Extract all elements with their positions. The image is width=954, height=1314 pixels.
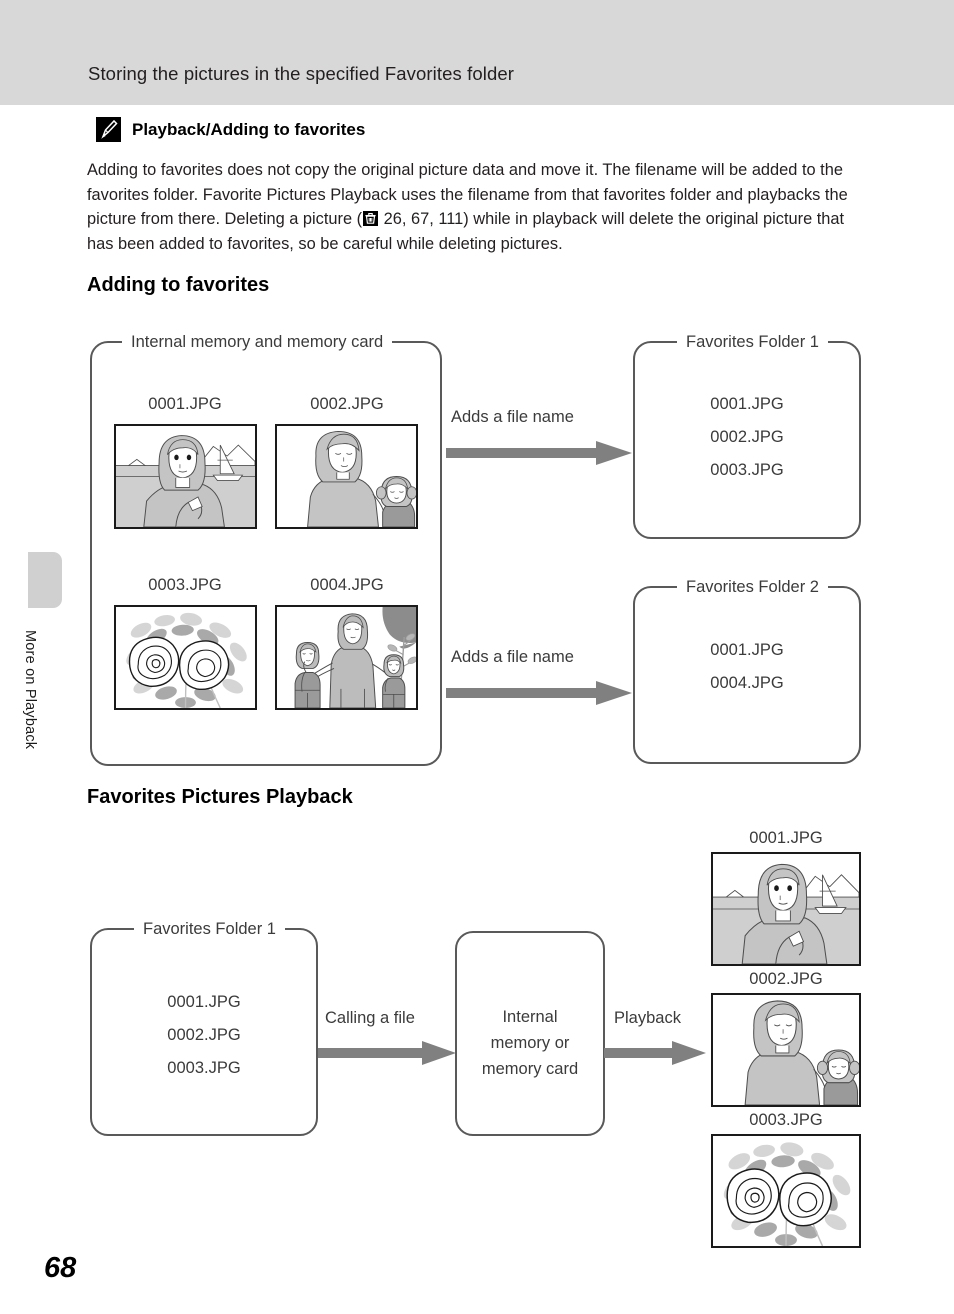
arrow-adds-file-name-2 [446, 680, 632, 706]
file-item: 0002.JPG [710, 428, 784, 446]
playback-favorites-folder-1-box: Favorites Folder 1 0001.JPG 0002.JPG 000… [90, 919, 318, 1136]
arrow-playback [604, 1040, 706, 1066]
playback-favorites-folder-1-filelist: 0001.JPG 0002.JPG 0003.JPG [92, 986, 316, 1085]
chapter-tab-label: More on Playback [22, 630, 38, 750]
favorites-folder-1-box: Favorites Folder 1 0001.JPG 0002.JPG 000… [633, 332, 861, 539]
thumb-0003-jpg [114, 605, 257, 710]
section-heading-adding: Adding to favorites [87, 274, 270, 296]
playback-favorites-folder-1-legend: Favorites Folder 1 [134, 919, 285, 939]
file-item: 0002.JPG [167, 1026, 241, 1044]
delete-trash-icon [363, 211, 379, 227]
file-item: 0004.JPG [710, 674, 784, 692]
thumb-caption-0002: 0002.JPG [310, 395, 384, 413]
favorites-folder-1-legend: Favorites Folder 1 [677, 332, 828, 352]
page-header-band [0, 0, 954, 105]
playback-thumb-caption-0003: 0003.JPG [749, 1111, 823, 1129]
thumb-caption-0003: 0003.JPG [148, 576, 222, 594]
chapter-tab-marker [28, 552, 62, 608]
favorites-folder-2-box: Favorites Folder 2 0001.JPG 0004.JPG [633, 577, 861, 764]
arrow-adds-file-name-1 [446, 440, 632, 466]
thumb-0001-jpg [114, 424, 257, 529]
thumb-caption-0001: 0001.JPG [148, 395, 222, 413]
thumb-0004-jpg [275, 605, 418, 710]
file-item: 0003.JPG [710, 461, 784, 479]
internal-memory-or-card-text: Internal memory or memory card [457, 1004, 603, 1082]
section-heading-playback: Favorites Pictures Playback [87, 786, 353, 808]
arrow-label-calling-a-file: Calling a file [325, 1009, 415, 1027]
arrow-calling-a-file [318, 1040, 456, 1066]
favorites-folder-1-filelist: 0001.JPG 0002.JPG 0003.JPG [635, 388, 859, 487]
memory-box-line: memory or [490, 1034, 570, 1052]
arrow-label-adds-file-name-2: Adds a file name [451, 648, 574, 666]
playback-thumb-caption-0002: 0002.JPG [749, 970, 823, 988]
file-item: 0003.JPG [167, 1059, 241, 1077]
file-item: 0001.JPG [167, 993, 241, 1011]
thumb-caption-0004: 0004.JPG [310, 576, 384, 594]
note-heading: Playback/Adding to favorites [96, 117, 365, 142]
favorites-folder-2-filelist: 0001.JPG 0004.JPG [635, 634, 859, 700]
page-title: Storing the pictures in the specified Fa… [88, 63, 514, 84]
file-item: 0001.JPG [710, 395, 784, 413]
memory-box-line: Internal [502, 1008, 558, 1026]
favorites-folder-2-legend: Favorites Folder 2 [677, 577, 828, 597]
arrow-label-playback: Playback [614, 1009, 681, 1027]
internal-memory-box-legend: Internal memory and memory card [122, 332, 393, 352]
manual-page: Storing the pictures in the specified Fa… [0, 0, 954, 1314]
internal-memory-or-card-box: Internal memory or memory card [455, 931, 605, 1136]
file-item: 0001.JPG [710, 641, 784, 659]
thumb-0002-jpg [275, 424, 418, 529]
internal-memory-box: Internal memory and memory card 0001.JPG… [90, 332, 442, 766]
playback-thumb-0002-jpg [711, 993, 861, 1107]
note-body: Adding to favorites does not copy the or… [87, 158, 871, 257]
arrow-label-adds-file-name-1: Adds a file name [451, 408, 574, 426]
pencil-note-icon [96, 117, 121, 142]
memory-box-line: memory card [481, 1060, 579, 1078]
page-number: 68 [44, 1252, 77, 1284]
playback-thumb-caption-0001: 0001.JPG [749, 829, 823, 847]
note-title: Playback/Adding to favorites [132, 119, 366, 139]
playback-thumb-0001-jpg [711, 852, 861, 966]
playback-thumb-0003-jpg [711, 1134, 861, 1248]
